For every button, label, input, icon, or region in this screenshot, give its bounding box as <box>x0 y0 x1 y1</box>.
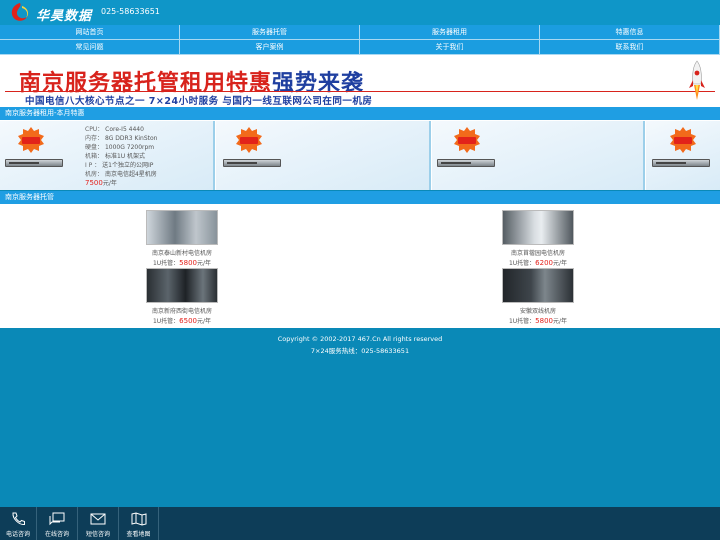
spec-room: 机房： 南京电信超4星机房 <box>85 171 157 178</box>
promo-price: 7500元/年 <box>85 179 117 187</box>
hosting-item[interactable]: 安徽双线机房 1U托管：5800元/年 <box>493 268 583 326</box>
header-phone: 025-58633651 <box>101 7 160 16</box>
nav-rental[interactable]: 服务器租用 <box>360 25 540 40</box>
server-image <box>437 159 495 167</box>
main-nav: 网站首页 服务器托管 服务器租用 特惠信息 常见问题 客户案例 关于我们 联系我… <box>0 25 720 55</box>
nav-home[interactable]: 网站首页 <box>0 25 180 40</box>
hosting-price: 1U托管：6500元/年 <box>152 317 212 325</box>
spec-ip: I P ： 送1个独立的公网IP <box>85 162 154 169</box>
spec-disk: 硬盘： 1000G 7200rpm <box>85 144 155 151</box>
spec-chassis: 机箱： 标准1U 机架式 <box>85 153 146 160</box>
sale-badge-icon <box>18 127 44 153</box>
sms-button[interactable]: 短信咨询 <box>78 507 119 540</box>
banner-subline: 中国电信八大核心节点之一 7×24小时服务 与国内一线互联网公司在同一机房 <box>25 96 373 107</box>
hosting-item[interactable]: 南京新府西街电信机房 1U托管：6500元/年 <box>137 268 227 326</box>
phone-icon <box>12 512 25 526</box>
site-header: 华昊数据 025-58633651 <box>0 0 720 25</box>
promo-row: CPU： Core-I5 4440 内存： 8G DDR3 KinSton 硬盘… <box>0 120 720 190</box>
site-logo[interactable]: 华昊数据 <box>8 2 93 24</box>
hosting-item[interactable]: 南京泰山新村电信机房 1U托管：5800元/年 <box>137 210 227 268</box>
hosting-price: 1U托管：5800元/年 <box>152 259 212 267</box>
promo-card[interactable] <box>432 121 645 190</box>
nav-about[interactable]: 关于我们 <box>360 40 540 55</box>
nav-contact[interactable]: 联系我们 <box>540 40 720 55</box>
nav-hosting[interactable]: 服务器托管 <box>180 25 360 40</box>
map-button[interactable]: 查看地图 <box>119 507 159 540</box>
datacenter-photo <box>146 210 218 245</box>
hosting-price: 1U托管：6200元/年 <box>508 259 568 267</box>
hosting-section-title: 南京服务器托管 <box>0 191 720 204</box>
bottom-action-bar: 电话咨询 在线咨询 短信咨询 查看地图 <box>0 507 720 540</box>
rocket-icon <box>689 60 705 100</box>
sale-badge-icon <box>236 127 262 153</box>
map-icon <box>131 512 146 526</box>
server-image <box>223 159 281 167</box>
sale-badge-icon <box>454 127 480 153</box>
banner-image: 南京服务器托管租用特惠强势来袭 中国电信八大核心节点之一 7×24小时服务 与国… <box>5 58 715 107</box>
nav-cases[interactable]: 客户案例 <box>180 40 360 55</box>
promo-card[interactable]: CPU： Core-I5 4440 内存： 8G DDR3 KinSton 硬盘… <box>0 121 215 190</box>
datacenter-photo <box>146 268 218 303</box>
nav-specials[interactable]: 特惠信息 <box>540 25 720 40</box>
envelope-icon <box>90 513 106 525</box>
hosting-item[interactable]: 南京苜蓿园电信机房 1U托管：6200元/年 <box>493 210 583 268</box>
logo-swirl-icon <box>11 3 29 21</box>
logo-text: 华昊数据 <box>36 9 93 24</box>
server-image <box>652 159 710 167</box>
call-button[interactable]: 电话咨询 <box>0 507 37 540</box>
datacenter-photo <box>502 210 574 245</box>
promo-card[interactable] <box>216 121 431 190</box>
promo-section-title: 南京服务器租用-本月特惠 <box>0 107 720 120</box>
chat-icon <box>49 512 65 526</box>
footer-hotline: 7×24服务热线：025-58633651 <box>310 347 410 355</box>
hosting-price: 1U托管：5800元/年 <box>508 317 568 325</box>
hosting-list: 南京泰山新村电信机房 1U托管：5800元/年 南京苜蓿园电信机房 1U托管：6… <box>0 204 720 328</box>
sale-badge-icon <box>670 127 696 153</box>
promo-card[interactable] <box>646 121 720 190</box>
datacenter-photo <box>502 268 574 303</box>
promo-banner[interactable]: 南京服务器托管租用特惠强势来袭 中国电信八大核心节点之一 7×24小时服务 与国… <box>0 55 720 107</box>
nav-faq[interactable]: 常见问题 <box>0 40 180 55</box>
spec-memory: 内存： 8G DDR3 KinSton <box>85 135 158 142</box>
online-chat-button[interactable]: 在线咨询 <box>37 507 78 540</box>
spec-cpu: CPU： Core-I5 4440 <box>85 126 144 133</box>
server-image <box>5 159 63 167</box>
footer-copyright: Copyright © 2002-2017 467.Cn All rights … <box>277 335 443 343</box>
banner-divider <box>5 91 715 92</box>
